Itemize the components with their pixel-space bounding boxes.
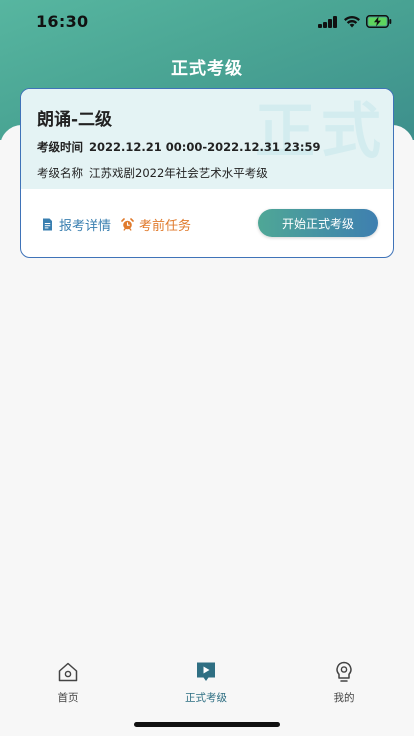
tab-mine-label: 我的: [333, 692, 355, 704]
tab-official-exam-label: 正式考级: [185, 692, 227, 704]
exam-time-value: 2022.12.21 00:00-2022.12.31 23:59: [89, 140, 321, 154]
pre-exam-tasks-link[interactable]: 考前任务: [121, 215, 191, 234]
home-icon: [58, 662, 78, 682]
battery-charging-icon: [366, 15, 392, 28]
tab-home[interactable]: 首页: [23, 660, 113, 705]
status-time: 16:30: [36, 12, 89, 31]
tab-home-label: 首页: [57, 692, 79, 704]
exam-title: 朗诵-二级: [37, 110, 113, 130]
screen: 16:30 正式考级 正式 朗诵-二级 考级时间 2022.12.21 00:00…: [0, 0, 414, 736]
document-icon: [43, 218, 52, 231]
exam-name-label: 考级名称: [37, 166, 83, 180]
registration-details-link[interactable]: 报考详情: [41, 215, 111, 234]
exam-card: 正式 朗诵-二级 考级时间 2022.12.21 00:00-2022.12.31…: [20, 88, 394, 258]
status-bar: 16:30: [0, 0, 414, 44]
tab-mine[interactable]: 我的: [299, 660, 389, 705]
wifi-icon: [344, 15, 360, 28]
exam-time-label: 考级时间: [37, 140, 83, 154]
start-exam-button[interactable]: 开始正式考级: [258, 209, 378, 237]
exam-name-row: 考级名称 江苏戏剧2022年社会艺术水平考级: [37, 165, 268, 181]
card-watermark: 正式: [255, 97, 387, 167]
page-title: 正式考级: [171, 59, 243, 79]
cellular-signal-icon: [318, 16, 338, 28]
exam-time-row: 考级时间 2022.12.21 00:00-2022.12.31 23:59: [37, 139, 321, 155]
home-indicator[interactable]: [134, 722, 280, 727]
pre-exam-tasks-label: 考前任务: [139, 219, 192, 234]
profile-icon: [336, 661, 352, 682]
tab-official-exam[interactable]: 正式考级: [161, 660, 251, 705]
play-icon: [197, 662, 215, 681]
exam-name-value: 江苏戏剧2022年社会艺术水平考级: [89, 166, 268, 180]
alarm-clock-icon: [121, 218, 134, 231]
registration-details-label: 报考详情: [59, 219, 112, 234]
